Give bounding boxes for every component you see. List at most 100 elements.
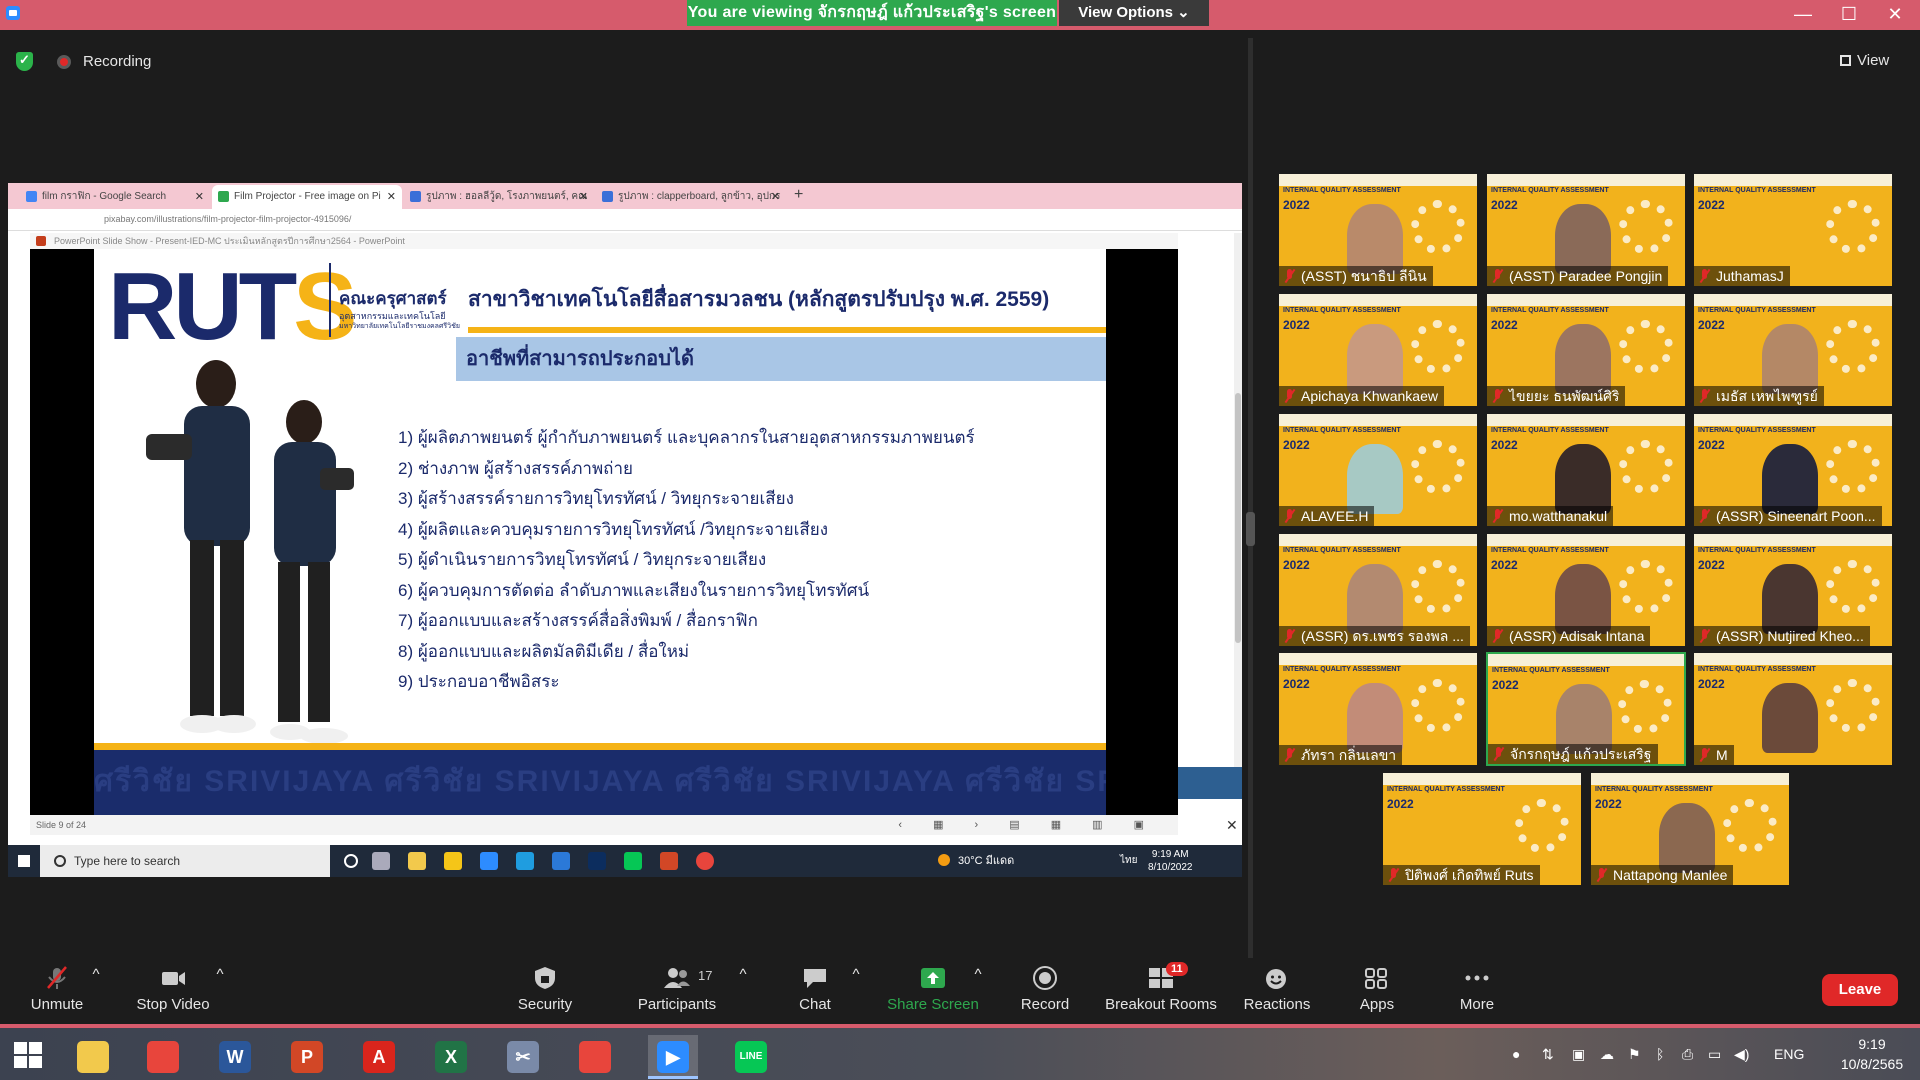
muted-mic-icon [1699, 748, 1711, 762]
view-options-button[interactable]: View Options ⌄ [1059, 0, 1209, 26]
scrollbar-thumb[interactable] [1235, 393, 1241, 643]
participant-video [1347, 204, 1403, 274]
close-window-button[interactable]: ✕ [1872, 0, 1918, 30]
participant-tile[interactable]: INTERNAL QUALITY ASSESSMENT 2022 Nattapong… [1590, 772, 1790, 886]
taskbar-powerpoint-button[interactable]: P [282, 1035, 332, 1079]
cloud-sync-icon[interactable]: ☁ [1600, 1046, 1614, 1063]
panel-divider[interactable] [1248, 38, 1253, 958]
browser-tab[interactable]: รูปภาพ : clapperboard, ลูกข้าว, อุปกร ✕ [596, 185, 786, 209]
participant-tile[interactable]: INTERNAL QUALITY ASSESSMENT 2022 ไขยยะ ธนพ… [1486, 293, 1686, 407]
taskbar-clock[interactable]: 9:19 10/8/2565 [1832, 1034, 1912, 1074]
taskbar-chrome-button[interactable] [570, 1035, 620, 1079]
taskbar-word-button[interactable]: W [210, 1035, 260, 1079]
taskbar-snipping-tool-button[interactable]: ✂ [498, 1035, 548, 1079]
participant-tile[interactable]: INTERNAL QUALITY ASSESSMENT 2022 JuthamasJ [1693, 173, 1893, 287]
participants-button[interactable]: Participants 17 [622, 966, 732, 1013]
view-button[interactable]: View [1840, 52, 1889, 69]
printer-icon[interactable]: ⎙ [1682, 1046, 1693, 1063]
windows-start-icon[interactable] [18, 855, 30, 867]
windows-start-icon[interactable] [14, 1042, 44, 1070]
display-icon[interactable]: ▭ [1708, 1046, 1721, 1063]
taskbar-chrome-profile-button[interactable] [138, 1035, 188, 1079]
participants-options-caret[interactable]: ^ [737, 966, 749, 983]
leave-button[interactable]: Leave [1822, 974, 1898, 1006]
line-tray-icon[interactable]: ● [1512, 1046, 1520, 1062]
participant-tile[interactable]: INTERNAL QUALITY ASSESSMENT 2022 (ASST) ชน… [1278, 173, 1478, 287]
participant-tile[interactable]: INTERNAL QUALITY ASSESSMENT 2022 mo.wattha… [1486, 413, 1686, 527]
language-indicator[interactable]: ไทย [1120, 845, 1137, 877]
taskbar-search-box[interactable]: Type here to search [40, 845, 330, 877]
close-tab-icon[interactable]: ✕ [771, 185, 780, 209]
career-item: 7) ผู้ออกแบบและสร้างสรรค์สื่อสิ่งพิมพ์ /… [398, 611, 758, 630]
new-tab-icon[interactable]: + [794, 186, 803, 204]
browser-address-bar[interactable]: pixabay.com/illustrations/film-projector… [8, 209, 1242, 231]
chrome-icon[interactable] [696, 852, 714, 870]
close-tab-icon[interactable]: ✕ [195, 185, 204, 209]
cortana-icon[interactable] [344, 854, 358, 868]
participant-tile[interactable]: INTERNAL QUALITY ASSESSMENT 2022 (ASSR) Si… [1693, 413, 1893, 527]
input-language[interactable]: ENG [1774, 1046, 1804, 1062]
stop-video-button[interactable]: Stop Video [118, 966, 228, 1013]
line-icon[interactable] [624, 852, 642, 870]
divider-handle[interactable] [1246, 512, 1255, 546]
weather-widget[interactable]: 30°C มีแดด [938, 845, 1014, 877]
muted-mic-icon [1284, 269, 1296, 283]
slide-navigation[interactable]: ‹ ▦ › ▤ ▦ ▥ ▣ [898, 815, 1158, 835]
participant-tile[interactable]: INTERNAL QUALITY ASSESSMENT 2022 จักรกฤษฎ์… [1486, 652, 1686, 766]
more-button[interactable]: More [1422, 966, 1532, 1013]
security-shield-icon[interactable] [16, 52, 33, 71]
zoom-icon[interactable] [480, 852, 498, 870]
taskbar-clock[interactable]: 9:19 AM 8/10/2022 [1148, 848, 1193, 874]
participant-tile[interactable]: INTERNAL QUALITY ASSESSMENT 2022 Apichaya … [1278, 293, 1478, 407]
video-options-caret[interactable]: ^ [214, 966, 226, 983]
apps-button[interactable]: Apps [1322, 966, 1432, 1013]
close-tab-icon[interactable]: ✕ [387, 185, 396, 209]
close-icon[interactable]: ✕ [1226, 817, 1238, 834]
clock-time: 9:19 [1858, 1036, 1886, 1052]
powerpoint-icon[interactable] [660, 852, 678, 870]
gear-decoration-icon [1723, 799, 1777, 853]
participant-tile[interactable]: INTERNAL QUALITY ASSESSMENT 2022 (ASSR) Nu… [1693, 533, 1893, 647]
participant-tile[interactable]: INTERNAL QUALITY ASSESSMENT 2022 เมธัส เหพ… [1693, 293, 1893, 407]
browser-tab[interactable]: Film Projector - Free image on Pi ✕ [212, 185, 402, 209]
store-icon[interactable] [444, 852, 462, 870]
bluetooth-icon[interactable]: ᛒ [1656, 1046, 1664, 1062]
taskbar-line-button[interactable]: LINE [726, 1035, 776, 1079]
participant-tile[interactable]: INTERNAL QUALITY ASSESSMENT 2022 (ASSR) ดร… [1278, 533, 1478, 647]
close-tab-icon[interactable]: ✕ [579, 185, 588, 209]
browser-tab[interactable]: film กราฟิก - Google Search ✕ [20, 185, 210, 209]
participant-tile[interactable]: INTERNAL QUALITY ASSESSMENT 2022 M [1693, 652, 1893, 766]
taskbar-file-explorer-button[interactable] [68, 1035, 118, 1079]
photoshop-icon[interactable] [588, 852, 606, 870]
participant-tile[interactable]: INTERNAL QUALITY ASSESSMENT 2022 (ASST) Pa… [1486, 173, 1686, 287]
participant-tile[interactable]: INTERNAL QUALITY ASSESSMENT 2022 (ASSR) Ad… [1486, 533, 1686, 647]
mail-icon[interactable] [552, 852, 570, 870]
security-button[interactable]: Security [490, 966, 600, 1013]
record-button[interactable]: Record [990, 966, 1100, 1013]
participant-name: JuthamasJ [1694, 266, 1790, 286]
task-view-icon[interactable] [372, 852, 390, 870]
network-icon[interactable]: ⇅ [1542, 1046, 1554, 1063]
browser-tab[interactable]: รูปภาพ : ฮอลลีวู้ด, โรงภาพยนตร์, คณ ✕ [404, 185, 594, 209]
breakout-rooms-button[interactable]: Breakout Rooms 11 [1100, 962, 1222, 1013]
taskbar-excel-button[interactable]: X [426, 1035, 476, 1079]
zoom-tray-icon[interactable]: ▣ [1572, 1046, 1585, 1063]
video-camera-icon [162, 972, 185, 985]
maximize-window-button[interactable]: ☐ [1826, 0, 1872, 30]
minimize-window-button[interactable]: — [1780, 0, 1826, 30]
participant-tile[interactable]: INTERNAL QUALITY ASSESSMENT 2022 ปิติพงศ์ … [1382, 772, 1582, 886]
share-options-caret[interactable]: ^ [972, 966, 984, 983]
browser-scrollbar[interactable] [1234, 233, 1242, 793]
taskbar-zoom-button[interactable]: ▶ [648, 1035, 698, 1079]
taskbar-acrobat-button[interactable]: A [354, 1035, 404, 1079]
participant-tile[interactable]: INTERNAL QUALITY ASSESSMENT 2022 ภัทรา กลิ… [1278, 652, 1478, 766]
participant-name-text: ALAVEE.H [1301, 508, 1369, 524]
file-explorer-icon[interactable] [408, 852, 426, 870]
flag-icon[interactable]: ⚑ [1628, 1046, 1641, 1063]
participant-tile[interactable]: INTERNAL QUALITY ASSESSMENT 2022 ALAVEE.H [1278, 413, 1478, 527]
edge-icon[interactable] [516, 852, 534, 870]
audio-options-caret[interactable]: ^ [90, 966, 102, 983]
volume-icon[interactable]: ◀) [1734, 1046, 1749, 1063]
reactions-button[interactable]: Reactions [1222, 966, 1332, 1013]
chat-options-caret[interactable]: ^ [850, 966, 862, 983]
